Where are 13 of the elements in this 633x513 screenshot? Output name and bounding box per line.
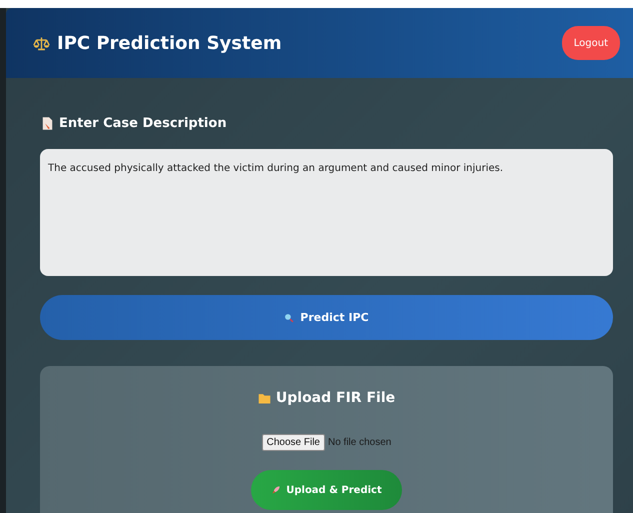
document-icon [42,116,53,131]
logout-button[interactable]: Logout [562,26,620,60]
file-status: No file chosen [328,437,392,448]
upload-heading: Upload FIR File [276,390,396,406]
scales-icon [33,34,50,52]
predict-button[interactable]: Predict IPC [40,295,613,340]
upload-predict-button[interactable]: Upload & Predict [251,470,402,510]
folder-icon [258,392,271,404]
magnifier-icon [284,312,294,322]
case-description-field[interactable]: The accused physically attacked the victim during an argument and caused minor injuries. [40,149,613,276]
app-title: IPC Prediction System [57,32,282,54]
choose-file-button[interactable]: Choose File [262,434,325,451]
section-heading: Enter Case Description [59,116,227,131]
